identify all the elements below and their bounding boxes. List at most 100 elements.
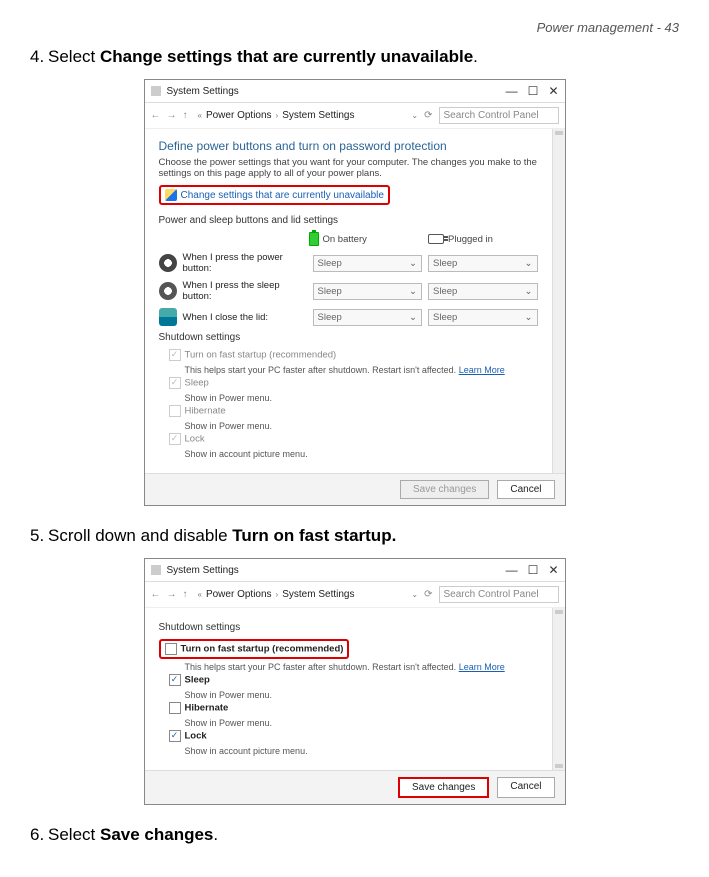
on-battery-label: On battery — [323, 234, 367, 245]
up-button[interactable]: ↑ — [183, 110, 188, 121]
step-6: 6.Select Save changes. — [30, 825, 679, 845]
plug-icon — [428, 234, 444, 244]
step-text-bold: Save changes — [100, 825, 213, 844]
cancel-button[interactable]: Cancel — [497, 777, 554, 798]
power-icon — [159, 254, 177, 272]
sleep-battery-select[interactable]: Sleep⌄ — [313, 283, 423, 300]
section-description: Choose the power settings that you want … — [159, 157, 538, 179]
scrollbar[interactable] — [552, 608, 565, 770]
forward-button[interactable]: → — [167, 110, 177, 121]
option-label: Hibernate — [185, 406, 226, 417]
checkbox[interactable] — [169, 730, 181, 742]
search-input[interactable]: Search Control Panel — [439, 107, 559, 124]
power-button-row: When I press the power button: Sleep⌄ Sl… — [159, 252, 538, 274]
window-title: System Settings — [167, 565, 506, 576]
checkbox — [169, 377, 181, 389]
chevron-right-icon: › — [276, 111, 279, 120]
hibernate-option: Hibernate — [159, 405, 538, 417]
sleep-button-row: When I press the sleep button: Sleep⌄ Sl… — [159, 280, 538, 302]
lid-plugged-select[interactable]: Sleep⌄ — [428, 309, 538, 326]
link-text: Change settings that are currently unava… — [181, 190, 384, 201]
option-description: Show in Power menu. — [159, 421, 538, 431]
sleep-plugged-select[interactable]: Sleep⌄ — [428, 283, 538, 300]
change-settings-link[interactable]: Change settings that are currently unava… — [159, 185, 390, 205]
up-button[interactable]: ↑ — [183, 589, 188, 600]
cancel-button[interactable]: Cancel — [497, 480, 554, 499]
close-button[interactable]: ✕ — [548, 563, 558, 577]
refresh-button[interactable]: ⟳ — [424, 589, 432, 600]
lock-option: Lock — [159, 433, 538, 445]
dropdown-icon[interactable]: ⌄ — [411, 111, 418, 120]
minimize-button[interactable]: — — [506, 563, 518, 577]
address-bar: ← → ↑ « Power Options › System Settings … — [145, 582, 565, 608]
chevron-right-icon: › — [276, 590, 279, 599]
minimize-button[interactable]: — — [506, 84, 518, 98]
shield-icon — [165, 189, 177, 201]
breadcrumb[interactable]: « Power Options › System Settings — [194, 587, 406, 602]
option-label: Turn on fast startup (recommended) — [185, 350, 337, 361]
lid-row: When I close the lid: Sleep⌄ Sleep⌄ — [159, 308, 538, 326]
lid-icon — [159, 308, 177, 326]
option-description: This helps start your PC faster after sh… — [159, 662, 538, 672]
checkbox[interactable] — [169, 674, 181, 686]
step-number: 6. — [30, 825, 48, 845]
subsection-header: Power and sleep buttons and lid settings — [159, 215, 538, 226]
step-text-pre: Select — [48, 47, 100, 66]
checkbox[interactable] — [165, 643, 177, 655]
address-bar: ← → ↑ « Power Options › System Settings … — [145, 103, 565, 129]
breadcrumb-item[interactable]: Power Options — [206, 110, 272, 121]
learn-more-link[interactable]: Learn More — [459, 365, 505, 375]
maximize-button[interactable]: ☐ — [528, 84, 539, 98]
step-text-post: . — [473, 47, 478, 66]
option-label: Lock — [185, 434, 205, 445]
chevron-down-icon: ⌄ — [525, 258, 533, 269]
hibernate-option[interactable]: Hibernate — [159, 702, 538, 714]
breadcrumb-item[interactable]: System Settings — [282, 110, 354, 121]
columns-header: On battery Plugged in — [159, 232, 538, 246]
step-5: 5.Scroll down and disable Turn on fast s… — [30, 526, 679, 546]
back-button[interactable]: ← — [151, 110, 161, 121]
dropdown-icon[interactable]: ⌄ — [411, 590, 418, 599]
scrollbar[interactable] — [552, 129, 565, 473]
step-text-post: . — [213, 825, 218, 844]
checkbox — [169, 349, 181, 361]
power-battery-select[interactable]: Sleep⌄ — [313, 255, 423, 272]
plugged-in-label: Plugged in — [448, 234, 493, 245]
search-input[interactable]: Search Control Panel — [439, 586, 559, 603]
sleep-option[interactable]: Sleep — [159, 674, 538, 686]
breadcrumb-item[interactable]: Power Options — [206, 589, 272, 600]
option-description: Show in Power menu. — [159, 393, 538, 403]
battery-icon — [309, 232, 319, 246]
close-button[interactable]: ✕ — [548, 84, 558, 98]
row-label: When I close the lid: — [183, 312, 307, 323]
power-plugged-select[interactable]: Sleep⌄ — [428, 255, 538, 272]
maximize-button[interactable]: ☐ — [528, 563, 539, 577]
forward-button[interactable]: → — [167, 589, 177, 600]
learn-more-link[interactable]: Learn More — [459, 662, 505, 672]
chevron-down-icon: ⌄ — [409, 286, 417, 297]
option-description: Show in Power menu. — [159, 718, 538, 728]
option-description: Show in Power menu. — [159, 690, 538, 700]
app-icon — [151, 565, 161, 575]
chevron-down-icon: ⌄ — [409, 258, 417, 269]
titlebar: System Settings — ☐ ✕ — [145, 80, 565, 103]
section-title: Define power buttons and turn on passwor… — [159, 139, 538, 153]
lock-option[interactable]: Lock — [159, 730, 538, 742]
page-header: Power management - 43 — [30, 20, 679, 35]
breadcrumb[interactable]: « Power Options › System Settings — [194, 108, 406, 123]
breadcrumb-item[interactable]: System Settings — [282, 589, 354, 600]
chevron-down-icon: ⌄ — [525, 312, 533, 323]
app-icon — [151, 86, 161, 96]
step-text-pre: Scroll down and disable — [48, 526, 232, 545]
back-button[interactable]: ← — [151, 589, 161, 600]
shutdown-header: Shutdown settings — [159, 332, 538, 343]
save-changes-button[interactable]: Save changes — [398, 777, 489, 798]
chevron-left-icon: « — [198, 111, 202, 120]
option-label: Hibernate — [185, 703, 229, 714]
refresh-button[interactable]: ⟳ — [424, 110, 432, 121]
lid-battery-select[interactable]: Sleep⌄ — [313, 309, 423, 326]
fast-startup-option[interactable]: Turn on fast startup (recommended) — [159, 639, 350, 659]
sleep-option: Sleep — [159, 377, 538, 389]
chevron-left-icon: « — [198, 590, 202, 599]
checkbox[interactable] — [169, 702, 181, 714]
